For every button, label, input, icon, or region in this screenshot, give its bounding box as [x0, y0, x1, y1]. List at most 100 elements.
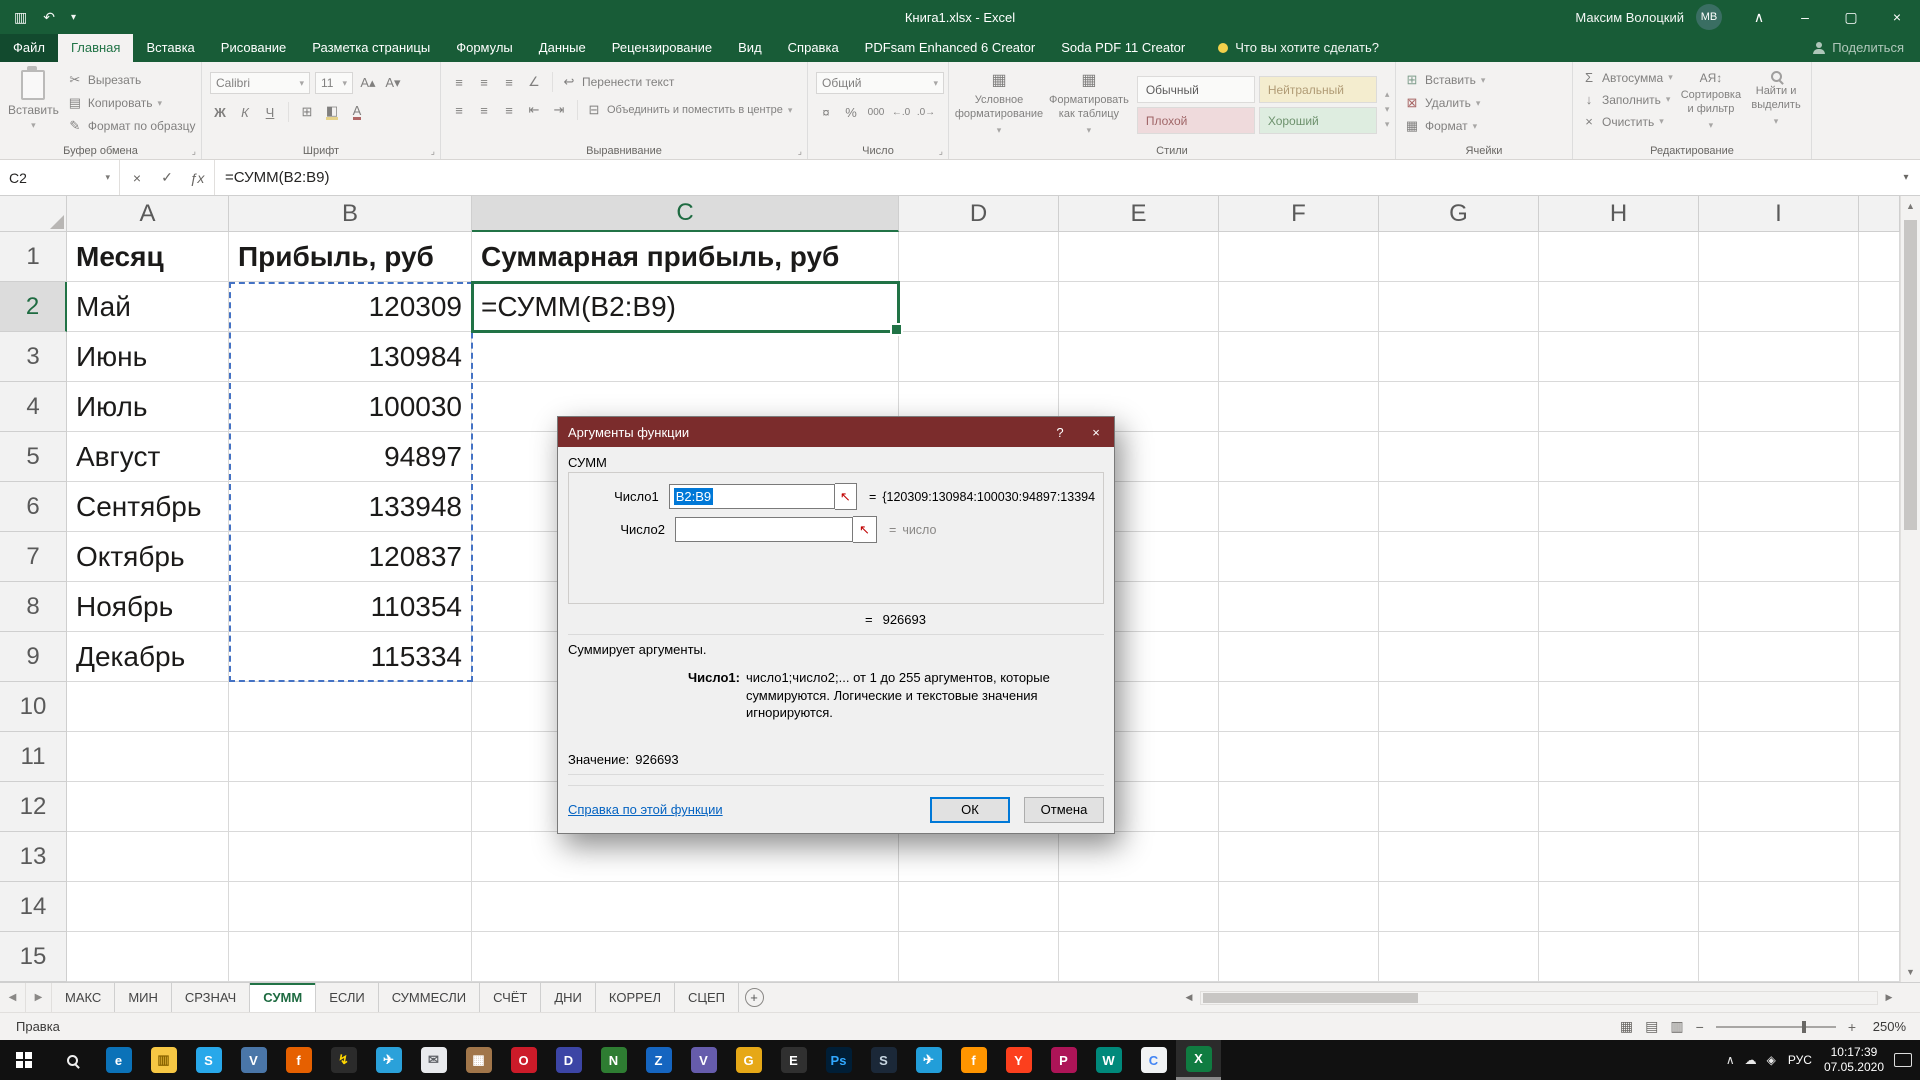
qat-customize-button[interactable]: ▾ — [71, 12, 76, 23]
cell-F8[interactable] — [1219, 582, 1379, 632]
align-right-button[interactable]: ≡ — [499, 100, 519, 120]
cell-E15[interactable] — [1059, 932, 1219, 982]
scroll-right-icon[interactable]: ▶ — [1880, 992, 1898, 1003]
format-cells-button[interactable]: ▦ Формат ▾ — [1404, 118, 1564, 134]
taskbar-app-telegram[interactable]: ✈ — [366, 1040, 411, 1080]
cell-G3[interactable] — [1379, 332, 1539, 382]
column-header-F[interactable]: F — [1219, 196, 1379, 232]
cancel-entry-icon[interactable]: × — [122, 170, 152, 186]
share-button[interactable]: Поделиться — [1813, 40, 1904, 62]
dialog-close-button[interactable]: × — [1078, 417, 1114, 447]
cell-I13[interactable] — [1699, 832, 1859, 882]
column-header-E[interactable]: E — [1059, 196, 1219, 232]
taskbar-app-yandex[interactable]: Y — [996, 1040, 1041, 1080]
formula-input[interactable]: =СУММ(B2:B9) — [215, 160, 1892, 195]
user-name[interactable]: Максим Волоцкий — [1575, 10, 1684, 25]
cell-I5[interactable] — [1699, 432, 1859, 482]
cell-H3[interactable] — [1539, 332, 1699, 382]
ribbon-tab-Данные[interactable]: Данные — [526, 34, 599, 62]
cell-I11[interactable] — [1699, 732, 1859, 782]
row-header-9[interactable]: 9 — [0, 632, 67, 682]
row-header-6[interactable]: 6 — [0, 482, 67, 532]
underline-button[interactable]: Ч — [260, 102, 280, 122]
cell-A5[interactable]: Август — [67, 432, 229, 482]
zoom-slider[interactable] — [1715, 1020, 1836, 1033]
cell-I3[interactable] — [1699, 332, 1859, 382]
arg1-input[interactable]: B2:B9 — [668, 484, 835, 509]
cell-H13[interactable] — [1539, 832, 1699, 882]
align-left-button[interactable]: ≡ — [449, 100, 469, 120]
ribbon-tab-Формулы[interactable]: Формулы — [443, 34, 526, 62]
decrease-font-button[interactable]: А▾ — [383, 73, 403, 93]
cell-H10[interactable] — [1539, 682, 1699, 732]
cell-A13[interactable] — [67, 832, 229, 882]
cancel-button[interactable]: Отмена — [1024, 796, 1104, 823]
taskbar-app-opera[interactable]: O — [501, 1040, 546, 1080]
cell-B2[interactable]: 120309 — [229, 282, 472, 332]
gallery-up-icon[interactable]: ▴ — [1385, 89, 1390, 100]
clock[interactable]: 10:17:39 07.05.2020 — [1824, 1045, 1884, 1075]
cell-A11[interactable] — [67, 732, 229, 782]
cell-G12[interactable] — [1379, 782, 1539, 832]
bold-button[interactable]: Ж — [210, 102, 230, 122]
name-box[interactable]: C2 ▾ — [0, 160, 120, 195]
ribbon-tab-Soda PDF 11 Creator[interactable]: Soda PDF 11 Creator — [1048, 34, 1198, 62]
column-header-B[interactable]: B — [229, 196, 472, 232]
cell-A10[interactable] — [67, 682, 229, 732]
taskbar-app-edge[interactable]: e — [96, 1040, 141, 1080]
arg2-input[interactable] — [675, 517, 853, 542]
conditional-formatting-button[interactable]: ▦ Условное форматирование ▾ — [955, 66, 1043, 144]
cell-B15[interactable] — [229, 932, 472, 982]
dialog-help-button[interactable]: ? — [1042, 417, 1078, 447]
number-dialog-launcher-icon[interactable]: ⌟ — [939, 146, 943, 157]
cell-A3[interactable]: Июнь — [67, 332, 229, 382]
horizontal-scrollbar[interactable]: ◀ ▶ — [1180, 983, 1920, 1012]
cell-F15[interactable] — [1219, 932, 1379, 982]
row-header-7[interactable]: 7 — [0, 532, 67, 582]
find-select-button[interactable]: Найти и выделить ▾ — [1749, 66, 1803, 144]
cell-H15[interactable] — [1539, 932, 1699, 982]
cell-B5[interactable]: 94897 — [229, 432, 472, 482]
taskbar-app-firefox[interactable]: f — [276, 1040, 321, 1080]
vertical-scroll-thumb[interactable] — [1904, 220, 1917, 530]
cell-G6[interactable] — [1379, 482, 1539, 532]
row-header-2[interactable]: 2 — [0, 282, 67, 332]
taskbar-app-excel[interactable]: X — [1176, 1040, 1221, 1080]
cell-F9[interactable] — [1219, 632, 1379, 682]
notification-center-icon[interactable] — [1894, 1053, 1912, 1067]
avatar[interactable]: МВ — [1696, 4, 1722, 30]
row-header-13[interactable]: 13 — [0, 832, 67, 882]
cell-H12[interactable] — [1539, 782, 1699, 832]
dialog-title-bar[interactable]: Аргументы функции ? × — [558, 417, 1114, 447]
format-painter-button[interactable]: ✎ Формат по образцу — [67, 118, 195, 134]
fill-button[interactable]: ↓ Заполнить ▾ — [1581, 92, 1673, 107]
ribbon-tab-Рисование[interactable]: Рисование — [208, 34, 299, 62]
language-indicator[interactable]: РУС — [1786, 1053, 1814, 1067]
taskbar-app-firefox-2[interactable]: f — [951, 1040, 996, 1080]
cell-H8[interactable] — [1539, 582, 1699, 632]
cell-H4[interactable] — [1539, 382, 1699, 432]
cell-G4[interactable] — [1379, 382, 1539, 432]
collapse-dialog-icon[interactable]: ↖ — [853, 516, 877, 543]
cell-H5[interactable] — [1539, 432, 1699, 482]
cell-I12[interactable] — [1699, 782, 1859, 832]
cell-A6[interactable]: Сентябрь — [67, 482, 229, 532]
ribbon-display-options-button[interactable]: ∧ — [1736, 0, 1782, 34]
zoom-in-button[interactable]: + — [1848, 1019, 1856, 1035]
cell-G10[interactable] — [1379, 682, 1539, 732]
cell-H14[interactable] — [1539, 882, 1699, 932]
format-as-table-button[interactable]: ▦ Форматировать как таблицу ▾ — [1049, 66, 1129, 144]
cell-G1[interactable] — [1379, 232, 1539, 282]
number-format-select[interactable]: Общий ▾ — [816, 72, 944, 94]
cell-G7[interactable] — [1379, 532, 1539, 582]
cell-B4[interactable]: 100030 — [229, 382, 472, 432]
align-bottom-button[interactable]: ≡ — [499, 72, 519, 92]
cell-H6[interactable] — [1539, 482, 1699, 532]
cell-C14[interactable] — [472, 882, 899, 932]
minimize-button[interactable]: – — [1782, 0, 1828, 34]
cell-I1[interactable] — [1699, 232, 1859, 282]
borders-button[interactable]: ⊞ — [297, 102, 317, 122]
cell-G14[interactable] — [1379, 882, 1539, 932]
column-header-I[interactable]: I — [1699, 196, 1859, 232]
increase-font-button[interactable]: А▴ — [358, 73, 378, 93]
